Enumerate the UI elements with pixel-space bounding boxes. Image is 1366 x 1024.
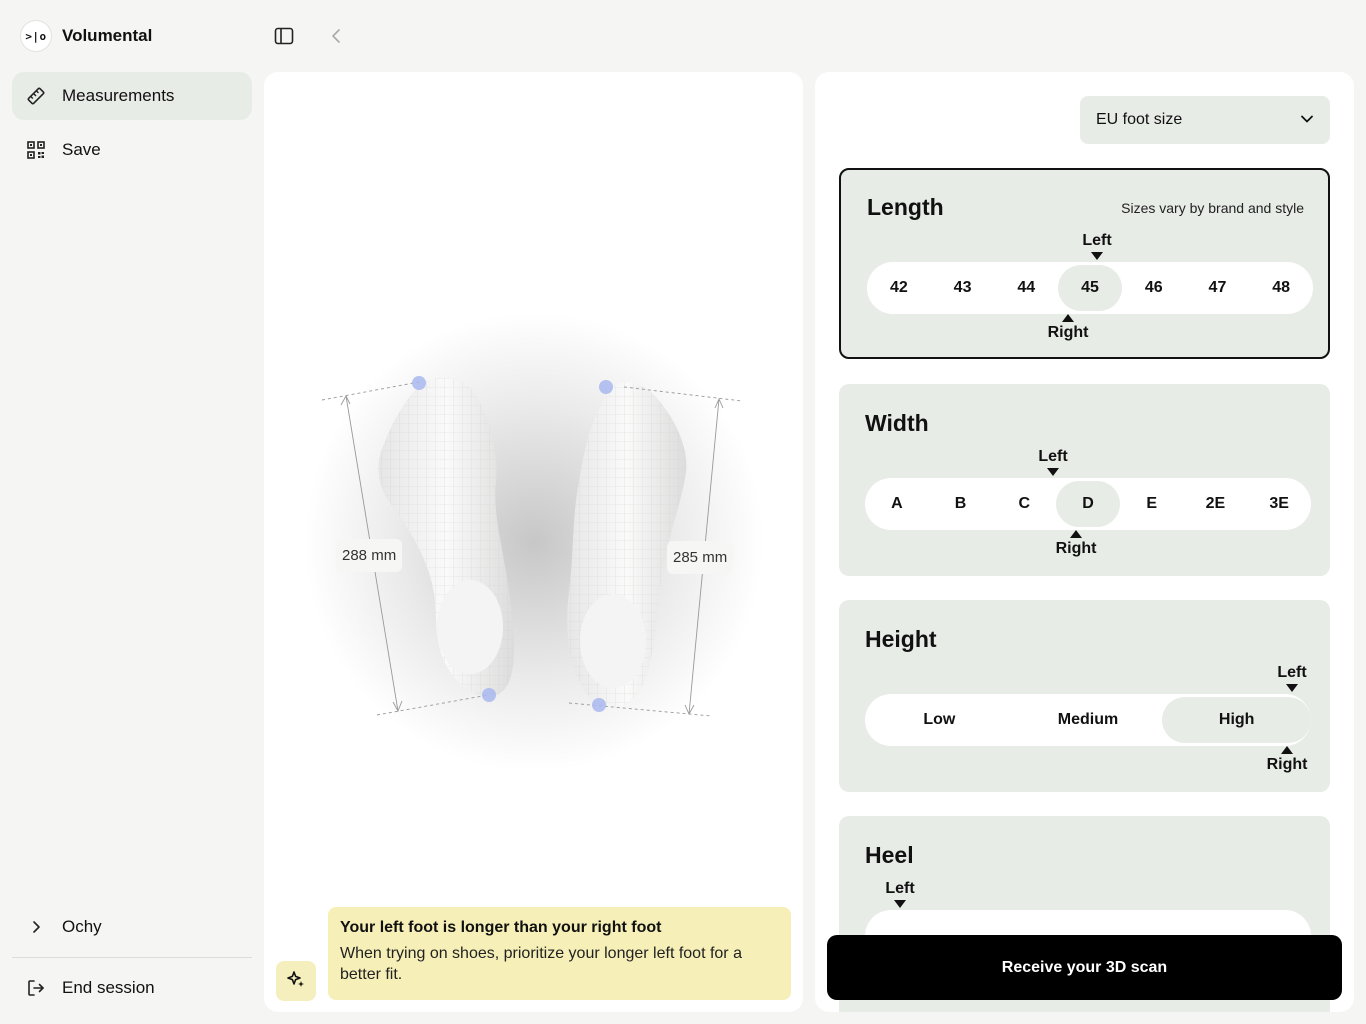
sidebar-item-label: Measurements — [62, 86, 175, 105]
ruler-icon — [26, 86, 46, 106]
arrow-down-icon — [1091, 252, 1103, 260]
end-session-button[interactable]: End session — [12, 964, 252, 1012]
ai-insight-button[interactable] — [276, 961, 316, 1001]
width-right-marker: Right — [1046, 530, 1106, 558]
height-title: Height — [865, 626, 937, 652]
width-option[interactable]: C — [992, 481, 1056, 527]
arrow-down-icon — [894, 900, 906, 908]
sparkle-icon — [287, 970, 305, 993]
height-right-marker: Right — [1257, 746, 1317, 774]
heel-left-marker: Left — [870, 880, 930, 908]
notice-title: Your left foot is longer than your right… — [340, 919, 662, 936]
width-left-marker: Left — [1023, 448, 1083, 476]
sizing-panel: EU foot size Length Sizes vary by brand … — [815, 72, 1354, 1012]
sidebar-toggle-icon[interactable] — [272, 24, 296, 48]
length-option[interactable]: 46 — [1122, 265, 1186, 311]
width-option[interactable]: E — [1120, 481, 1184, 527]
length-option[interactable]: 48 — [1249, 265, 1313, 311]
right-length-label: 285 mm — [667, 541, 734, 574]
right-toe-marker — [599, 380, 613, 394]
user-name: Ochy — [62, 917, 102, 936]
heel-title: Heel — [865, 842, 914, 868]
left-heel-marker — [482, 688, 496, 702]
end-session-label: End session — [62, 978, 155, 997]
width-options: A B C D E 2E 3E — [865, 478, 1311, 530]
arrow-down-icon — [1286, 684, 1298, 692]
arrow-down-icon — [1047, 468, 1059, 476]
foot-scan-panel: 288 mm 285 mm Your left foot is longer t… — [264, 72, 803, 1012]
brand: >|o Volumental — [20, 20, 152, 52]
length-option[interactable]: 42 — [867, 265, 931, 311]
brand-name: Volumental — [62, 26, 153, 45]
height-option[interactable]: Low — [865, 697, 1014, 743]
size-system-value: EU foot size — [1096, 111, 1183, 128]
length-right-marker: Right — [1038, 314, 1098, 342]
back-chevron-icon[interactable] — [324, 24, 348, 48]
logout-icon — [26, 978, 46, 998]
length-option-selected[interactable]: 45 — [1058, 265, 1122, 311]
foot-difference-notice: Your left foot is longer than your right… — [328, 907, 791, 1000]
width-option[interactable]: A — [865, 481, 929, 527]
width-option-selected[interactable]: D — [1056, 481, 1120, 527]
length-title: Length — [867, 194, 944, 220]
arrow-up-icon — [1062, 314, 1074, 322]
length-left-marker: Left — [1067, 232, 1127, 260]
qr-code-icon — [26, 140, 46, 160]
arrow-up-icon — [1281, 746, 1293, 754]
width-title: Width — [865, 410, 929, 436]
width-card[interactable]: Width Left A B C D E 2E 3E Right — [839, 384, 1330, 576]
sidebar-divider — [12, 957, 252, 958]
length-options: 42 43 44 45 46 47 48 — [867, 262, 1313, 314]
width-option[interactable]: 2E — [1184, 481, 1248, 527]
left-toe-marker — [412, 376, 426, 390]
length-option[interactable]: 47 — [1186, 265, 1250, 311]
notice-body: When trying on shoes, prioritize your lo… — [340, 945, 742, 983]
length-note: Sizes vary by brand and style — [1121, 200, 1304, 216]
height-card[interactable]: Height Left Low Medium High Right — [839, 600, 1330, 792]
chevron-down-icon — [1300, 111, 1314, 129]
sidebar-item-measurements[interactable]: Measurements — [12, 72, 252, 120]
length-option[interactable]: 44 — [994, 265, 1058, 311]
length-card[interactable]: Length Sizes vary by brand and style Lef… — [839, 168, 1330, 359]
height-options: Low Medium High — [865, 694, 1312, 746]
sidebar-item-label: Save — [62, 140, 101, 159]
width-option[interactable]: B — [929, 481, 993, 527]
sidebar-item-save[interactable]: Save — [12, 126, 252, 174]
chevron-right-icon — [26, 917, 46, 937]
height-option-selected[interactable]: High — [1162, 697, 1312, 743]
width-option[interactable]: 3E — [1247, 481, 1311, 527]
brand-logo: >|o — [20, 20, 52, 52]
sidebar-item-user[interactable]: Ochy — [12, 903, 252, 951]
left-length-label: 288 mm — [336, 539, 403, 572]
height-left-marker: Left — [1262, 664, 1322, 692]
receive-3d-scan-button[interactable]: Receive your 3D scan — [827, 935, 1342, 1000]
length-option[interactable]: 43 — [931, 265, 995, 311]
arrow-up-icon — [1070, 530, 1082, 538]
height-option[interactable]: Medium — [1014, 697, 1163, 743]
size-system-select[interactable]: EU foot size — [1080, 96, 1330, 144]
right-heel-marker — [592, 698, 606, 712]
